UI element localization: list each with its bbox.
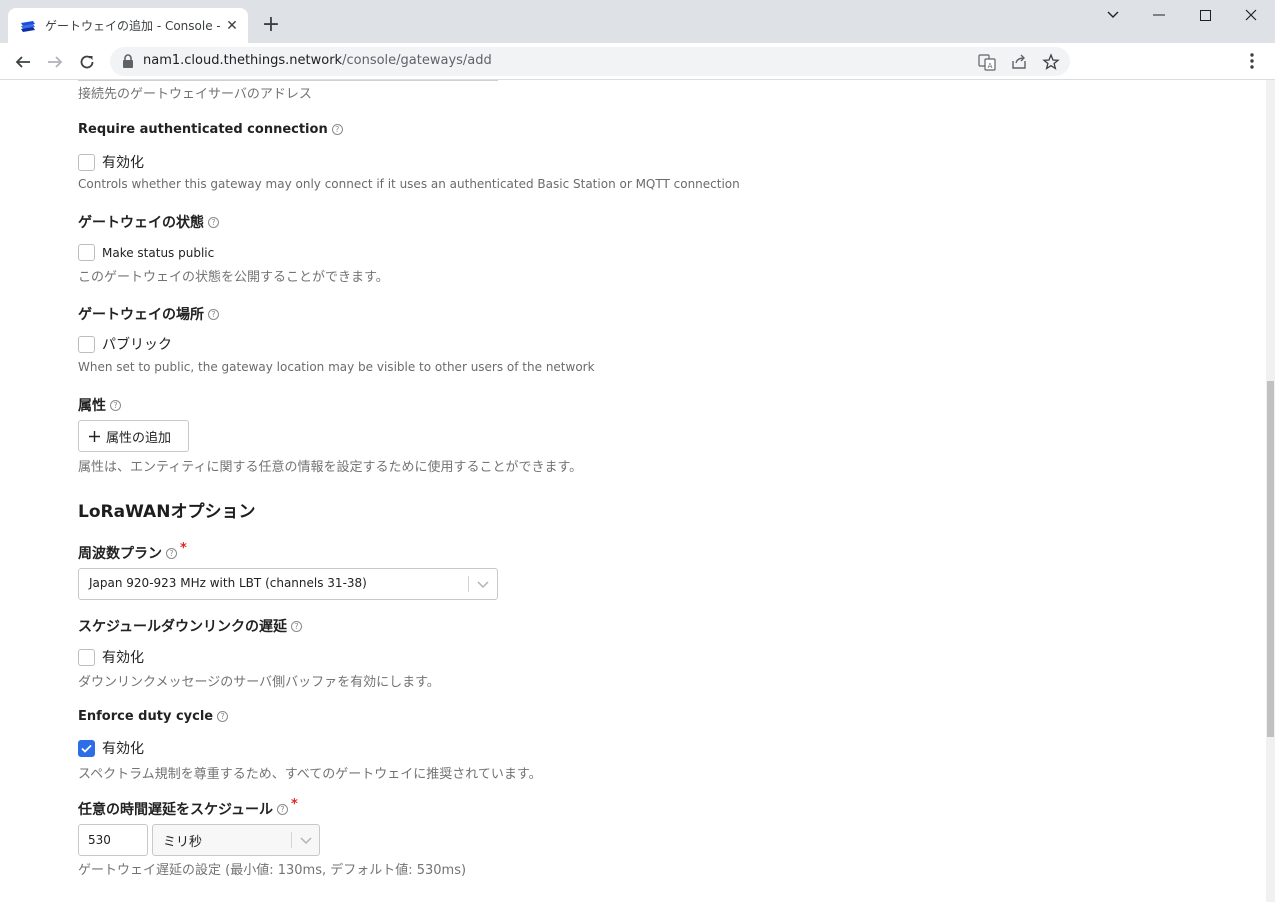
browser-tab-strip: ゲートウェイの追加 - Console - The Things ✕ +: [0, 0, 1275, 43]
help-icon[interactable]: ?: [208, 308, 219, 320]
url-path: /console/gateways/add: [342, 53, 492, 68]
attributes-label: 属性 ?: [78, 395, 121, 415]
browser-tab[interactable]: ゲートウェイの追加 - Console - The Things ✕: [8, 8, 248, 43]
schedule-downlink-late-checkbox[interactable]: [78, 648, 95, 666]
forward-arrow-icon[interactable]: [41, 48, 69, 76]
chevron-down-icon[interactable]: [476, 577, 490, 591]
location-public-checkbox[interactable]: [78, 335, 95, 353]
schedule-delay-unit-value: ミリ秒: [163, 835, 203, 850]
schedule-delay-input[interactable]: 530: [78, 824, 148, 856]
tab-title: ゲートウェイの追加 - Console - The Things: [45, 19, 220, 33]
url-text[interactable]: nam1.cloud.thethings.network/console/gat…: [143, 53, 492, 68]
help-icon[interactable]: ?: [166, 547, 177, 559]
new-tab-icon[interactable]: +: [259, 14, 283, 38]
lorawan-options-heading: LoRaWANオプション: [78, 502, 256, 522]
require-auth-checkbox-label[interactable]: 有効化: [102, 152, 144, 172]
duty-cycle-label-text: Enforce duty cycle: [78, 709, 214, 724]
gateway-status-hint: このゲートウェイの状態を公開することができます。: [78, 270, 389, 285]
svg-text:A: A: [988, 62, 993, 70]
required-mark: *: [180, 540, 187, 556]
schedule-downlink-late-label: スケジュールダウンリンクの遅延 ?: [78, 616, 303, 636]
browser-toolbar: nam1.cloud.thethings.network/console/gat…: [0, 43, 1275, 80]
gateway-add-form: 接続先のゲートウェイサーバのアドレス Require authenticated…: [0, 80, 1266, 902]
duty-cycle-hint: スペクトラム規制を尊重するため、すべてのゲートウェイに推奨されています。: [78, 767, 542, 782]
require-auth-hint: Controls whether this gateway may only c…: [78, 177, 740, 191]
lock-icon[interactable]: [122, 54, 134, 68]
gateway-location-label: ゲートウェイの場所 ?: [78, 304, 219, 324]
duty-cycle-checkbox-row[interactable]: 有効化: [78, 738, 144, 758]
status-public-checkbox[interactable]: [78, 244, 95, 261]
select-separator: [291, 832, 292, 848]
share-icon[interactable]: [1010, 53, 1028, 71]
schedule-downlink-late-label-text: スケジュールダウンリンクの遅延: [78, 619, 288, 635]
schedule-delay-value: 530: [88, 833, 111, 847]
translate-icon[interactable]: A: [978, 53, 996, 71]
address-bar[interactable]: nam1.cloud.thethings.network/console/gat…: [110, 47, 1070, 76]
duty-cycle-checkbox[interactable]: [78, 739, 95, 757]
schedule-downlink-late-hint: ダウンリンクメッセージのサーバ側バッファを有効にします。: [78, 675, 440, 690]
select-separator: [468, 576, 469, 592]
help-icon[interactable]: ?: [331, 124, 343, 135]
back-arrow-icon[interactable]: [9, 48, 37, 76]
gateway-location-hint: When set to public, the gateway location…: [78, 360, 595, 374]
help-icon[interactable]: ?: [217, 711, 229, 722]
frequency-plan-value: Japan 920-923 MHz with LBT (channels 31-…: [89, 576, 367, 590]
require-auth-checkbox[interactable]: [78, 153, 95, 171]
help-icon[interactable]: ?: [277, 803, 289, 815]
location-public-checkbox-row[interactable]: パブリック: [78, 334, 172, 354]
attributes-hint: 属性は、エンティティに関する任意の情報を設定するために使用することができます。: [78, 460, 583, 475]
url-host: nam1.cloud.thethings.network: [143, 53, 343, 68]
duty-cycle-checkbox-label[interactable]: 有効化: [102, 738, 144, 758]
server-address-input-edge[interactable]: [78, 80, 498, 81]
bookmark-star-icon[interactable]: [1042, 53, 1060, 71]
schedule-downlink-late-checkbox-label[interactable]: 有効化: [102, 647, 144, 667]
maximize-icon[interactable]: [1182, 0, 1228, 30]
add-attribute-button-label: 属性の追加: [106, 430, 172, 446]
plus-icon: [89, 430, 100, 442]
browser-menu-icon[interactable]: [1242, 49, 1262, 73]
page-scrollbar-thumb[interactable]: [1267, 381, 1274, 737]
schedule-delay-unit-select[interactable]: ミリ秒: [152, 824, 320, 856]
status-public-checkbox-row[interactable]: Make status public: [78, 244, 214, 261]
schedule-downlink-late-checkbox-row[interactable]: 有効化: [78, 647, 144, 667]
tti-logo-icon: [21, 20, 35, 32]
help-icon[interactable]: ?: [291, 620, 303, 632]
help-icon[interactable]: ?: [208, 216, 219, 228]
frequency-plan-select[interactable]: Japan 920-923 MHz with LBT (channels 31-…: [78, 568, 498, 600]
reload-icon[interactable]: [73, 48, 101, 76]
gateway-status-label-text: ゲートウェイの状態: [78, 215, 204, 231]
frequency-plan-label: 周波数プラン ? *: [78, 540, 187, 563]
require-auth-label-text: Require authenticated connection: [78, 122, 328, 137]
require-auth-checkbox-row[interactable]: 有効化: [78, 152, 144, 172]
checkmark-icon: [81, 744, 92, 753]
required-mark: *: [291, 796, 298, 812]
help-icon[interactable]: ?: [110, 399, 121, 411]
schedule-delay-hint: ゲートウェイ遅延の設定 (最小値: 130ms, デフォルト値: 530ms): [78, 863, 467, 878]
status-public-checkbox-label[interactable]: Make status public: [102, 246, 214, 260]
attributes-label-text: 属性: [78, 398, 106, 414]
chevron-down-icon[interactable]: [299, 833, 313, 847]
require-auth-label: Require authenticated connection ?: [78, 122, 343, 137]
add-attribute-button[interactable]: 属性の追加: [78, 420, 189, 452]
gateway-status-label: ゲートウェイの状態 ?: [78, 212, 219, 232]
minimize-icon[interactable]: [1136, 0, 1182, 30]
frequency-plan-label-text: 周波数プラン: [78, 546, 162, 562]
schedule-anytime-delay-label-text: 任意の時間遅延をスケジュール: [78, 802, 274, 818]
duty-cycle-label: Enforce duty cycle ?: [78, 709, 229, 724]
location-public-checkbox-label[interactable]: パブリック: [102, 334, 172, 354]
schedule-anytime-delay-label: 任意の時間遅延をスケジュール ? *: [78, 796, 298, 819]
server-address-hint: 接続先のゲートウェイサーバのアドレス: [78, 87, 312, 102]
gateway-location-label-text: ゲートウェイの場所: [78, 307, 204, 323]
close-window-icon[interactable]: [1228, 0, 1274, 30]
tab-search-chevron-icon[interactable]: [1090, 0, 1136, 30]
close-tab-icon[interactable]: ✕: [224, 18, 240, 34]
